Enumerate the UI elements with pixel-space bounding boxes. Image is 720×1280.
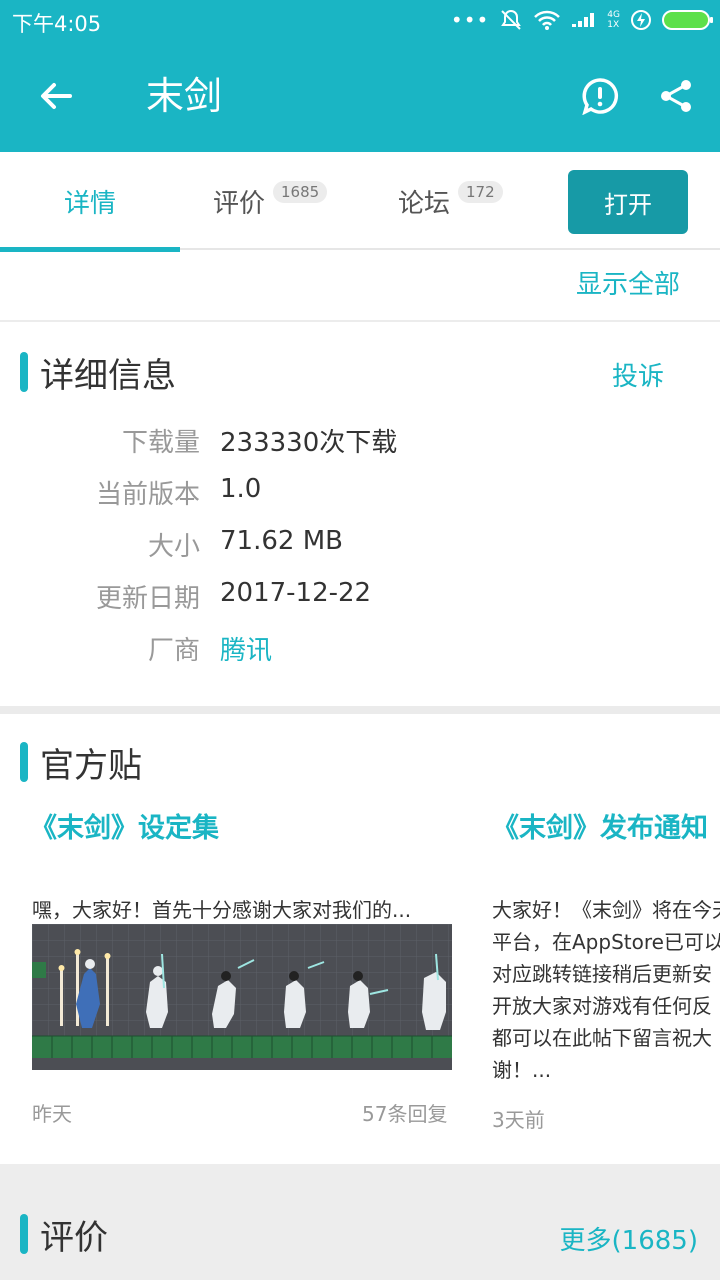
game-scene-illustration	[32, 924, 452, 1070]
post-excerpt: 大家好！《末剑》将在今天 平台，在AppStore已可以 对应跳转链接稍后更新安…	[492, 894, 720, 1086]
description-footer: 显示全部	[0, 250, 720, 322]
info-label: 更新日期	[95, 584, 200, 614]
battery-icon	[662, 10, 713, 30]
share-icon	[661, 80, 691, 112]
page-title: 末剑	[146, 74, 223, 118]
status-icons: ••• 4G 1X	[450, 6, 713, 34]
tab-reviews[interactable]: 评价 1685	[213, 152, 328, 250]
share-button[interactable]	[656, 74, 696, 118]
tab-forum-count: 172	[458, 181, 503, 203]
section-accent-bar	[20, 742, 28, 782]
show-all-link[interactable]: 显示全部	[576, 264, 680, 301]
official-posts-section: 官方贴 《末剑》设定集 嘿，大家好！首先十分感谢大家对我们的... 昨天 57条…	[0, 714, 720, 1164]
details-title: 详细信息	[40, 355, 176, 396]
alarm-off-icon	[501, 9, 522, 30]
info-row-vendor: 厂商 腾讯	[0, 630, 720, 670]
tab-forum[interactable]: 论坛 172	[398, 152, 503, 250]
tab-forum-label: 论坛	[398, 188, 451, 219]
post-excerpt-line: 嘿，大家好！首先十分感谢大家对我们的...	[32, 898, 412, 922]
section-accent-bar	[20, 352, 28, 392]
section-accent-bar	[20, 1214, 28, 1254]
info-value: 233330次下载	[220, 428, 398, 458]
post-excerpt-line: 开放大家对游戏有任何反	[492, 994, 712, 1018]
post-time: 3天前	[492, 1108, 545, 1132]
complain-link[interactable]: 投诉	[612, 356, 664, 393]
network-type-main: 4G	[607, 10, 620, 20]
details-header: 详细信息	[20, 350, 176, 396]
post-title: 《末剑》发布通知	[492, 813, 708, 844]
info-label: 大小	[147, 532, 200, 562]
wifi-icon	[534, 10, 561, 30]
status-time: 下午4:05	[12, 12, 102, 36]
info-row-size: 大小 71.62 MB	[0, 526, 720, 566]
reviews-section: 评价 更多(1685)	[0, 1164, 720, 1280]
more-dots-icon: •••	[450, 8, 490, 32]
more-reviews-link[interactable]: 更多(1685)	[560, 1220, 698, 1257]
info-value: 1.0	[220, 474, 262, 504]
info-label: 厂商	[147, 636, 200, 666]
official-posts-title: 官方贴	[40, 745, 142, 786]
post-time: 昨天	[32, 1102, 72, 1126]
post-excerpt-line: 平台，在AppStore已可以	[492, 930, 720, 954]
reviews-title: 评价	[40, 1217, 108, 1258]
official-posts-header: 官方贴	[20, 740, 142, 786]
back-button[interactable]	[34, 74, 78, 118]
alert-circle-icon	[582, 78, 619, 115]
post-title-wrap: 《末剑》设定集	[30, 806, 219, 845]
info-label: 当前版本	[95, 480, 200, 510]
post-excerpt-line: 大家好！《末剑》将在今天	[492, 898, 720, 922]
info-row-update-date: 更新日期 2017-12-22	[0, 578, 720, 618]
info-row-version: 当前版本 1.0	[0, 474, 720, 514]
post-excerpt-line: 都可以在此帖下留言祝大	[492, 1026, 712, 1050]
tab-reviews-count: 1685	[273, 181, 328, 203]
tab-details-label: 详情	[63, 188, 116, 219]
post-excerpt-line: 对应跳转链接稍后更新安	[492, 962, 712, 986]
vendor-link[interactable]: 腾讯	[220, 630, 272, 667]
network-type: 4G 1X	[607, 10, 620, 30]
charging-icon	[631, 10, 651, 30]
info-label: 下载量	[121, 428, 200, 458]
tab-details[interactable]: 详情	[0, 152, 180, 252]
post-reply-count: 57条回复	[362, 1102, 448, 1126]
network-type-sub: 1X	[607, 20, 620, 30]
post-title-wrap: 《末剑》发布通知	[492, 806, 708, 845]
status-bar: 下午4:05 ••• 4G 1X	[0, 0, 720, 40]
reviews-header: 评价	[20, 1212, 108, 1258]
info-row-downloads: 下载量 233330次下载	[0, 422, 720, 462]
app-toolbar: 末剑	[0, 40, 720, 152]
section-divider	[0, 706, 720, 714]
arrow-left-icon	[41, 83, 72, 109]
signal-icon	[572, 13, 595, 27]
post-image	[32, 924, 452, 1070]
info-value: 71.62 MB	[220, 526, 343, 556]
post-excerpt: 嘿，大家好！首先十分感谢大家对我们的...	[32, 894, 411, 926]
report-button[interactable]	[580, 74, 620, 118]
details-section: 详细信息 投诉 下载量 233330次下载 当前版本 1.0 大小 71.62 …	[0, 324, 720, 706]
tab-reviews-label: 评价	[213, 188, 266, 219]
info-value: 2017-12-22	[220, 578, 372, 608]
post-excerpt-line: 谢！...	[492, 1058, 552, 1082]
tab-bar: 详情 评价 1685 论坛 172 打开	[0, 152, 720, 252]
open-app-button[interactable]: 打开	[568, 170, 688, 234]
post-title: 《末剑》设定集	[30, 813, 219, 844]
